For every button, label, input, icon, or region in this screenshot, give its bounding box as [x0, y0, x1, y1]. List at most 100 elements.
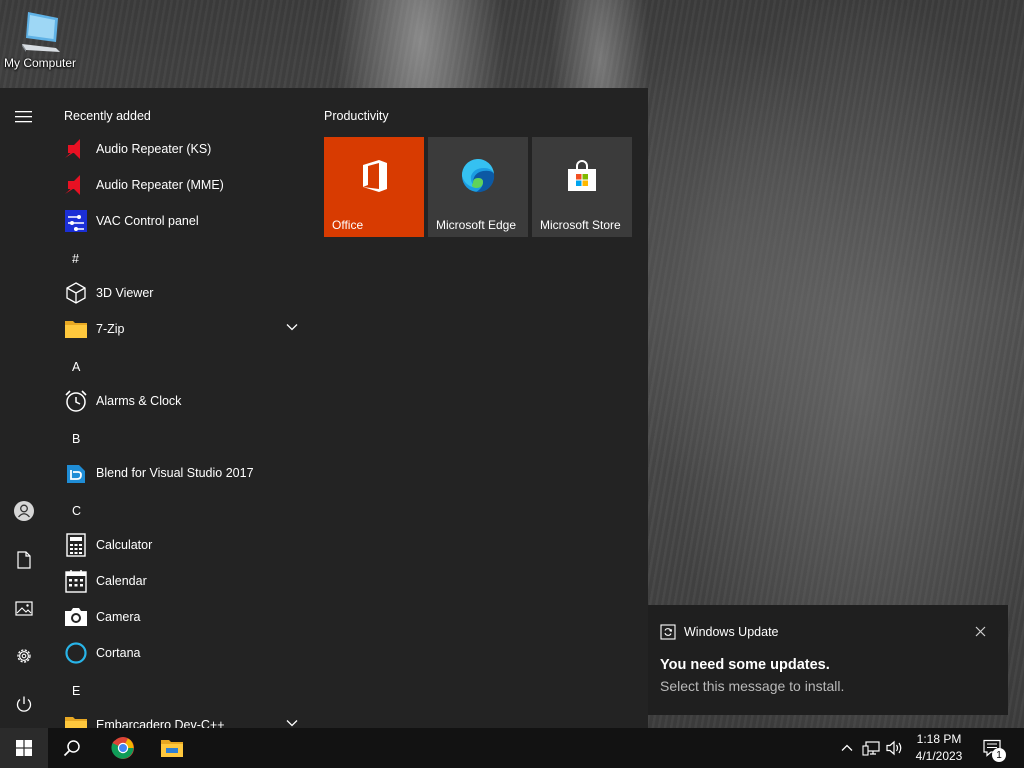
app-item-vac-control-panel[interactable]: VAC Control panel: [48, 203, 312, 239]
section-letter-c[interactable]: C: [72, 504, 81, 518]
chevron-down-icon[interactable]: [286, 323, 298, 331]
notification-count-badge: 1: [992, 748, 1006, 762]
app-item-audio-repeater-mme[interactable]: Audio Repeater (MME): [48, 167, 312, 203]
app-item-cortana[interactable]: Cortana: [48, 635, 312, 671]
start-button[interactable]: [0, 728, 48, 768]
taskbar-chrome[interactable]: [99, 728, 147, 768]
folder-icon: [64, 713, 88, 728]
search-button[interactable]: [48, 728, 96, 768]
chevron-up-icon: [841, 744, 853, 751]
app-label: Calendar: [96, 574, 147, 588]
app-label: Blend for Visual Studio 2017: [96, 466, 254, 480]
windows-logo-icon: [16, 740, 32, 756]
documents-button[interactable]: [0, 536, 48, 584]
cortana-ring-icon: [64, 641, 88, 665]
network-icon: [862, 741, 880, 756]
chevron-down-icon[interactable]: [286, 719, 298, 727]
folder-icon: [64, 317, 88, 341]
app-label: Cortana: [96, 646, 141, 660]
clock-time: 1:18 PM: [916, 732, 962, 746]
blend-icon: [64, 461, 88, 485]
action-center-button[interactable]: [976, 728, 1008, 768]
windows-update-icon: [660, 624, 676, 640]
show-hidden-icons-button[interactable]: [836, 728, 858, 768]
section-letter-a[interactable]: A: [72, 360, 80, 374]
app-label: Alarms & Clock: [96, 394, 182, 408]
app-item-camera[interactable]: Camera: [48, 599, 312, 635]
pictures-icon: [15, 600, 33, 616]
app-item-calendar[interactable]: Calendar: [48, 563, 312, 599]
file-explorer-icon: [161, 740, 183, 757]
start-rail: [0, 88, 48, 728]
app-label: 3D Viewer: [96, 286, 154, 300]
volume-icon: [886, 740, 902, 756]
settings-button[interactable]: [0, 632, 48, 680]
edge-icon: [428, 137, 528, 215]
calendar-icon: [64, 569, 88, 593]
app-item-alarms-clock[interactable]: Alarms & Clock: [48, 383, 312, 419]
clock-date: 4/1/2023: [915, 749, 963, 763]
tile-label: Office: [332, 218, 364, 232]
user-icon: [14, 501, 34, 521]
section-letter-b[interactable]: B: [72, 432, 80, 446]
app-item-blend[interactable]: Blend for Visual Studio 2017: [48, 455, 312, 491]
power-button[interactable]: [0, 680, 48, 728]
taskbar: 1:18 PM 4/1/2023 1: [0, 728, 1024, 768]
tile-label: Microsoft Edge: [436, 218, 517, 232]
app-item-embarcadero[interactable]: Embarcadero Dev-C++: [48, 707, 312, 728]
tile-office[interactable]: Office: [324, 137, 424, 237]
desktop-icon-label: My Computer: [3, 56, 77, 70]
app-label: Calculator: [96, 538, 153, 552]
notification-app-header: Windows Update: [660, 624, 779, 640]
pictures-button[interactable]: [0, 584, 48, 632]
desktop-icon-my-computer[interactable]: My Computer: [2, 8, 78, 80]
office-icon: [324, 137, 424, 215]
hamburger-menu-button[interactable]: [0, 92, 48, 140]
hamburger-menu-icon: [15, 111, 32, 123]
app-label: Audio Repeater (MME): [96, 178, 224, 192]
app-label: Embarcadero Dev-C++: [96, 718, 225, 728]
app-item-audio-repeater-ks[interactable]: Audio Repeater (KS): [48, 131, 312, 167]
windows-update-notification[interactable]: Windows Update You need some updates. Se…: [648, 605, 1008, 715]
settings-gear-icon: [17, 649, 31, 663]
app-item-3d-viewer[interactable]: 3D Viewer: [48, 275, 312, 311]
tile-microsoft-edge[interactable]: Microsoft Edge: [428, 137, 528, 237]
alarm-clock-icon: [64, 389, 88, 413]
audio-repeater-icon: [64, 137, 88, 161]
close-icon: [975, 626, 985, 636]
volume-button[interactable]: [884, 728, 906, 768]
tile-microsoft-store[interactable]: Microsoft Store: [532, 137, 632, 237]
app-label: VAC Control panel: [96, 214, 199, 228]
calculator-icon: [64, 533, 88, 557]
app-item-7-zip[interactable]: 7-Zip: [48, 311, 312, 347]
documents-icon: [17, 551, 31, 569]
taskbar-clock[interactable]: 1:18 PM 4/1/2023: [908, 728, 970, 768]
start-menu: Recently added Audio Repeater (KS) Audio…: [0, 88, 648, 728]
taskbar-file-explorer[interactable]: [148, 728, 196, 768]
app-label: 7-Zip: [96, 322, 125, 336]
vac-control-icon: [64, 209, 88, 233]
app-list: Recently added Audio Repeater (KS) Audio…: [48, 88, 312, 728]
notification-message: Select this message to install.: [660, 678, 845, 694]
notification-close-button[interactable]: [972, 623, 988, 639]
audio-repeater-icon: [64, 173, 88, 197]
store-bag-icon: [532, 137, 632, 215]
section-letter-hash[interactable]: #: [72, 252, 79, 266]
network-button[interactable]: [860, 728, 882, 768]
recently-added-header: Recently added: [64, 109, 151, 123]
section-letter-e[interactable]: E: [72, 684, 80, 698]
power-icon: [16, 696, 32, 712]
computer-icon: [22, 12, 60, 52]
app-label: Audio Repeater (KS): [96, 142, 212, 156]
cube-icon: [64, 281, 88, 305]
chrome-icon: [111, 737, 134, 759]
app-item-calculator[interactable]: Calculator: [48, 527, 312, 563]
camera-icon: [64, 605, 88, 629]
app-label: Camera: [96, 610, 141, 624]
notification-app-name: Windows Update: [684, 625, 779, 639]
tiles-area: Productivity Office Microsoft Edge Micro…: [312, 88, 648, 728]
tile-label: Microsoft Store: [540, 218, 621, 232]
user-account-button[interactable]: [0, 487, 48, 535]
tile-group-header[interactable]: Productivity: [324, 109, 389, 123]
search-icon: [63, 740, 80, 757]
